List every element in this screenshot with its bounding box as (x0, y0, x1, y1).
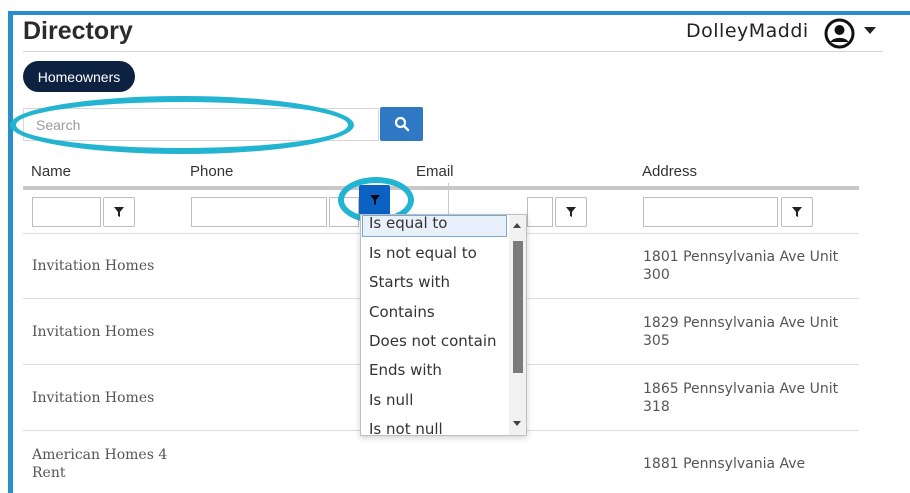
row-3-name: Invitation Homes (32, 390, 155, 406)
frame-top (0, 0, 910, 11)
scroll-down-arrow-icon[interactable] (513, 421, 521, 426)
page-title: Directory (23, 17, 133, 45)
filter-icon (566, 207, 576, 217)
dropdown-option-does-not-contain[interactable]: Does not contain (369, 332, 497, 350)
row-4-name: American Homes 4 Rent (32, 447, 168, 481)
dropdown-scrollbar[interactable] (509, 215, 526, 435)
search-icon (394, 116, 409, 132)
search-button[interactable] (380, 107, 423, 141)
scroll-up-arrow-icon[interactable] (513, 223, 521, 228)
name-filter-button[interactable] (103, 197, 135, 227)
address-filter-button[interactable] (781, 197, 813, 227)
dropdown-option-is-null[interactable]: Is null (369, 391, 413, 409)
row-2-address: 1829 Pennsylvania Ave Unit 305 (643, 315, 839, 349)
filter-operator-dropdown[interactable]: Is equal to Is not equal to Starts with … (360, 214, 527, 436)
column-header-name[interactable]: Name (31, 163, 71, 180)
filter-icon (369, 195, 380, 205)
search-input[interactable] (23, 108, 379, 141)
frame-left-border (8, 11, 13, 493)
dropdown-option-starts-with[interactable]: Starts with (369, 273, 450, 291)
caret-down-icon[interactable] (864, 27, 876, 34)
name-filter-input[interactable] (32, 197, 101, 227)
phone-filter-input[interactable] (191, 197, 327, 227)
phone-filter-button[interactable] (359, 185, 390, 215)
column-header-email[interactable]: Email (416, 163, 454, 180)
email-filter-input[interactable] (527, 197, 553, 227)
email-filter-button[interactable] (555, 197, 587, 227)
column-header-phone[interactable]: Phone (190, 163, 233, 180)
user-avatar-icon[interactable] (824, 18, 855, 49)
row-3-address: 1865 Pennsylvania Ave Unit 318 (643, 381, 839, 415)
dropdown-option-is-equal-to[interactable]: Is equal to (369, 215, 447, 232)
column-header-address[interactable]: Address (642, 163, 697, 180)
phone-filter-edge (329, 197, 359, 227)
username-label[interactable]: DolleyMaddi (686, 20, 809, 42)
row-2-name: Invitation Homes (32, 324, 155, 340)
address-filter-input[interactable] (643, 197, 778, 227)
filter-icon (114, 207, 124, 217)
row-4-address: 1881 Pennsylvania Ave (643, 456, 806, 472)
header-rule (23, 186, 859, 190)
directory-page: Directory DolleyMaddi Homeowners Name Ph… (0, 0, 910, 493)
row-1-name: Invitation Homes (32, 258, 155, 274)
scroll-thumb[interactable] (513, 241, 523, 373)
row-1-address: 1801 Pennsylvania Ave Unit 300 (643, 249, 839, 283)
dropdown-option-contains[interactable]: Contains (369, 303, 435, 321)
filter-icon (792, 207, 802, 217)
header-divider (23, 51, 883, 52)
dropdown-option-is-not-null[interactable]: Is not null (369, 420, 443, 435)
dropdown-option-ends-with[interactable]: Ends with (369, 361, 442, 379)
frame-top-border (8, 11, 910, 15)
dropdown-option-is-not-equal-to[interactable]: Is not equal to (369, 244, 477, 262)
tab-homeowners[interactable]: Homeowners (23, 61, 135, 92)
